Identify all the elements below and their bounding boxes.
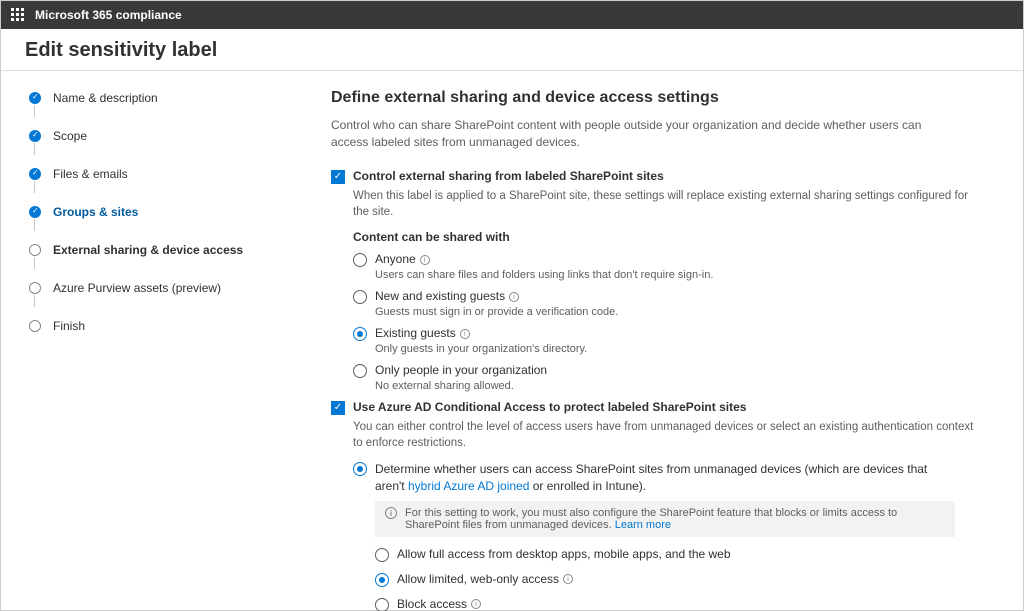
- content-heading: Define external sharing and device acces…: [331, 89, 983, 107]
- checkbox-conditional-access[interactable]: [331, 401, 345, 415]
- radio-existing-sub: Only guests in your organization's direc…: [375, 343, 983, 355]
- content-intro: Control who can share SharePoint content…: [331, 117, 951, 151]
- checkbox-ca-label: Use Azure AD Conditional Access to prote…: [353, 400, 746, 414]
- main-content: Define external sharing and device acces…: [331, 71, 1023, 611]
- app-launcher-icon[interactable]: [11, 8, 25, 22]
- ext-subtext: When this label is applied to a SharePoi…: [353, 188, 983, 220]
- ca-subtext: You can either control the level of acce…: [353, 419, 983, 451]
- step-scope[interactable]: Scope: [29, 129, 321, 143]
- top-bar: Microsoft 365 compliance: [1, 1, 1023, 29]
- radio-unmanaged-devices[interactable]: [353, 462, 367, 476]
- link-hybrid-aad[interactable]: hybrid Azure AD joined: [408, 479, 529, 493]
- radio-full-access[interactable]: [375, 548, 389, 562]
- radio-org-only-sub: No external sharing allowed.: [375, 380, 983, 392]
- radio-anyone[interactable]: [353, 253, 367, 267]
- info-icon[interactable]: [509, 292, 519, 302]
- page-title: Edit sensitivity label: [1, 29, 1023, 70]
- step-finish[interactable]: Finish: [29, 319, 321, 333]
- radio-unmanaged-label: Determine whether users can access Share…: [375, 461, 935, 495]
- radio-anyone-sub: Users can share files and folders using …: [375, 269, 983, 281]
- radio-new-existing-sub: Guests must sign in or provide a verific…: [375, 306, 983, 318]
- checkbox-external-sharing-label: Control external sharing from labeled Sh…: [353, 169, 664, 183]
- radio-new-existing[interactable]: [353, 290, 367, 304]
- radio-org-only[interactable]: [353, 364, 367, 378]
- step-purview[interactable]: Azure Purview assets (preview): [29, 281, 321, 295]
- wizard-steps: Name & description Scope Files & emails …: [1, 71, 331, 611]
- checkbox-external-sharing[interactable]: [331, 170, 345, 184]
- step-groups-sites[interactable]: Groups & sites: [29, 205, 321, 219]
- app-title: Microsoft 365 compliance: [35, 8, 182, 22]
- info-icon: [385, 507, 397, 519]
- radio-limited-access[interactable]: [375, 573, 389, 587]
- step-name-description[interactable]: Name & description: [29, 91, 321, 105]
- info-icon[interactable]: [420, 255, 430, 265]
- info-icon[interactable]: [471, 599, 481, 609]
- info-unmanaged: For this setting to work, you must also …: [375, 501, 955, 537]
- link-learn-more-unmanaged[interactable]: Learn more: [615, 519, 671, 531]
- radio-block-access[interactable]: [375, 598, 389, 611]
- content-shared-with-label: Content can be shared with: [353, 230, 983, 244]
- info-icon[interactable]: [563, 574, 573, 584]
- step-external-sharing[interactable]: External sharing & device access: [29, 243, 321, 257]
- step-files-emails[interactable]: Files & emails: [29, 167, 321, 181]
- info-icon[interactable]: [460, 329, 470, 339]
- radio-existing[interactable]: [353, 327, 367, 341]
